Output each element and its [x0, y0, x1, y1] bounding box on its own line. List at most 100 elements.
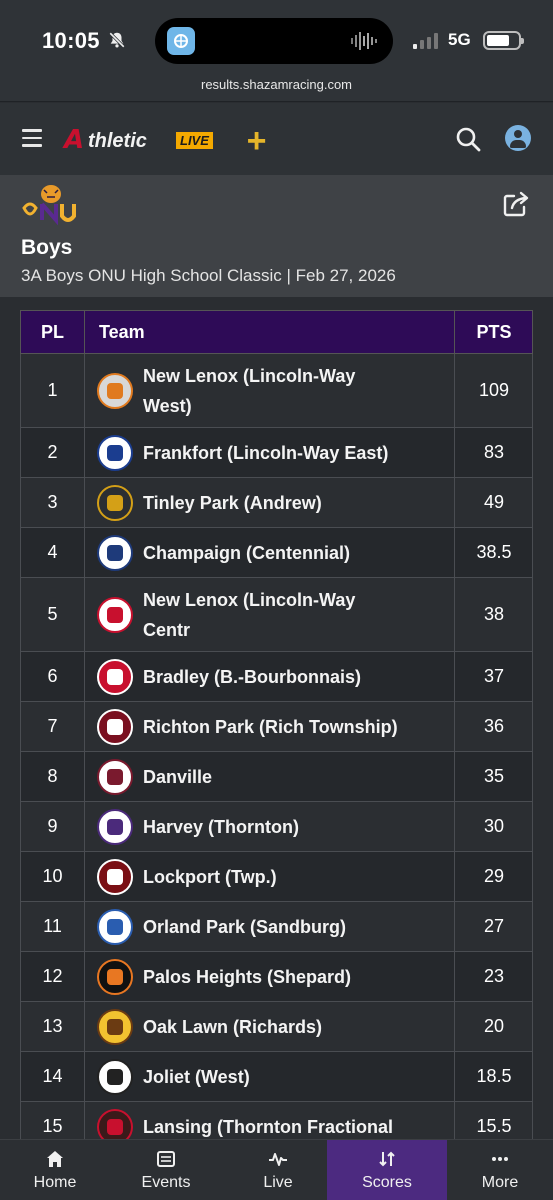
- plus-logo[interactable]: +: [246, 124, 266, 158]
- results-table: PL Team PTS 1 New Lenox (Lincoln-Way West…: [20, 310, 533, 1152]
- team-cell[interactable]: Joliet (West): [85, 1052, 455, 1101]
- table-row[interactable]: 1 New Lenox (Lincoln-Way West) 109: [20, 354, 533, 428]
- team-cell[interactable]: Oak Lawn (Richards): [85, 1002, 455, 1051]
- team-logo-icon: [97, 484, 133, 521]
- team-logo-icon: [97, 908, 133, 945]
- team-logo-mark: [107, 668, 123, 685]
- nav-events[interactable]: Events: [110, 1140, 222, 1200]
- team-cell[interactable]: Palos Heights (Shepard): [85, 952, 455, 1001]
- team-name: New Lenox (Lincoln-Way Centr: [143, 589, 356, 640]
- points-cell: 38: [483, 604, 505, 624]
- header-place[interactable]: PL: [21, 311, 85, 353]
- brand-a: A: [64, 125, 85, 155]
- url-bar[interactable]: results.shazamracing.com: [0, 72, 553, 102]
- team-cell[interactable]: New Lenox (Lincoln-Way Centr: [85, 578, 455, 651]
- table-body: 1 New Lenox (Lincoln-Way West) 109 2 Frankfo…: [20, 354, 533, 1152]
- nav-events-label: Events: [141, 1174, 191, 1191]
- table-row[interactable]: 2 Frankfort (Lincoln-Way East) 83: [20, 428, 533, 478]
- nav-scores[interactable]: Scores: [327, 1140, 447, 1200]
- team-name: Champaign (Centennial): [143, 542, 351, 563]
- team-logo-mark: [107, 544, 123, 561]
- points-cell: 30: [483, 816, 505, 836]
- team-logo-mark: [107, 868, 123, 885]
- points-cell: 29: [483, 866, 505, 886]
- team-cell[interactable]: Frankfort (Lincoln-Way East): [85, 428, 455, 477]
- table-row[interactable]: 13 Oak Lawn (Richards) 20: [20, 1002, 533, 1052]
- team-cell[interactable]: New Lenox (Lincoln-Way West): [85, 354, 455, 427]
- nav-more[interactable]: More: [447, 1140, 553, 1200]
- nav-home[interactable]: Home: [0, 1140, 110, 1200]
- team-cell[interactable]: Lockport (Twp.): [85, 852, 455, 901]
- place-cell: 9: [21, 802, 85, 851]
- team-name: Danville: [143, 766, 213, 787]
- team-logo-mark: [107, 918, 123, 935]
- team-cell[interactable]: Bradley (B.-Bourbonnais): [85, 652, 455, 701]
- table-row[interactable]: 14 Joliet (West) 18.5: [20, 1052, 533, 1102]
- table-row[interactable]: 8 Danville 35: [20, 752, 533, 802]
- points-cell: 27: [483, 916, 505, 936]
- team-cell[interactable]: Danville: [85, 752, 455, 801]
- place-cell: 8: [21, 752, 85, 801]
- team-cell[interactable]: Champaign (Centennial): [85, 528, 455, 577]
- status-bar: 10:05 5G: [0, 0, 553, 72]
- team-cell[interactable]: Tinley Park (Andrew): [85, 478, 455, 527]
- team-logo-mark: [107, 768, 123, 785]
- table-row[interactable]: 7 Richton Park (Rich Township) 36: [20, 702, 533, 752]
- sort-icon: [379, 1151, 395, 1167]
- team-logo-mark: [107, 444, 123, 461]
- header-points[interactable]: PTS: [455, 311, 533, 353]
- team-logo-mark: [107, 494, 123, 511]
- team-name: Richton Park (Rich Township): [143, 716, 398, 737]
- team-logo-mark: [107, 1068, 123, 1085]
- table-row[interactable]: 5 New Lenox (Lincoln-Way Centr 38: [20, 578, 533, 652]
- team-name: Tinley Park (Andrew): [143, 492, 322, 513]
- audio-wave-icon: [351, 32, 377, 50]
- table-row[interactable]: 3 Tinley Park (Andrew) 49: [20, 478, 533, 528]
- place-cell: 14: [21, 1052, 85, 1101]
- place-cell: 12: [21, 952, 85, 1001]
- status-time: 10:05: [42, 28, 100, 53]
- points-cell: 109: [478, 380, 510, 400]
- team-logo-mark: [107, 968, 123, 985]
- meet-title: Boys: [21, 236, 73, 259]
- team-cell[interactable]: Richton Park (Rich Township): [85, 702, 455, 751]
- team-cell[interactable]: Orland Park (Sandburg): [85, 902, 455, 951]
- profile-icon[interactable]: [505, 125, 531, 151]
- onu-tiger-logo: [22, 185, 76, 226]
- place-cell: 13: [21, 1002, 85, 1051]
- share-icon[interactable]: [502, 190, 530, 218]
- network-type: 5G: [448, 30, 471, 49]
- table-row[interactable]: 12 Palos Heights (Shepard) 23: [20, 952, 533, 1002]
- table-row[interactable]: 11 Orland Park (Sandburg) 27: [20, 902, 533, 952]
- athletic-live-logo[interactable]: A thletic LIVE: [64, 125, 234, 155]
- team-logo-icon: [97, 372, 133, 409]
- team-logo-icon: [97, 534, 133, 571]
- team-name: Joliet (West): [143, 1066, 250, 1087]
- search-icon[interactable]: [455, 126, 481, 152]
- more-icon: [492, 1157, 508, 1161]
- team-name: Harvey (Thornton): [143, 816, 300, 837]
- hamburger-menu-icon[interactable]: [22, 129, 42, 147]
- place-cell: 4: [21, 528, 85, 577]
- table-row[interactable]: 10 Lockport (Twp.) 29: [20, 852, 533, 902]
- team-name: New Lenox (Lincoln-Way West): [143, 365, 356, 416]
- nav-home-label: Home: [33, 1174, 77, 1191]
- points-cell: 49: [483, 492, 505, 512]
- points-cell: 23: [483, 966, 505, 986]
- team-logo-icon: [97, 596, 133, 633]
- header-team[interactable]: Team: [85, 311, 455, 353]
- app-activity-icon: [167, 27, 195, 55]
- bottom-navigation: Home Events Live Scores More: [0, 1139, 553, 1200]
- nav-live[interactable]: Live: [222, 1140, 334, 1200]
- points-cell: 20: [483, 1016, 505, 1036]
- battery-icon: [483, 31, 524, 50]
- table-row[interactable]: 4 Champaign (Centennial) 38.5: [20, 528, 533, 578]
- team-logo-icon: [97, 1008, 133, 1045]
- table-row[interactable]: 9 Harvey (Thornton) 30: [20, 802, 533, 852]
- team-cell[interactable]: Harvey (Thornton): [85, 802, 455, 851]
- points-cell: 83: [483, 442, 505, 462]
- url-text: results.shazamracing.com: [201, 77, 352, 92]
- points-cell: 35: [483, 766, 505, 786]
- cellular-signal-icon: [413, 33, 438, 49]
- table-row[interactable]: 6 Bradley (B.-Bourbonnais) 37: [20, 652, 533, 702]
